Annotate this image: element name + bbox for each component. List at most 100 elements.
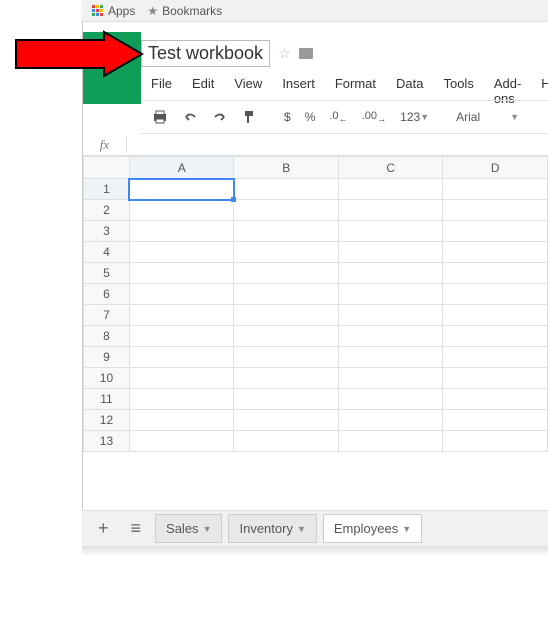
bookmarks-shortcut[interactable]: ★ Bookmarks xyxy=(147,4,222,18)
row-header[interactable]: 2 xyxy=(84,200,130,221)
cell[interactable] xyxy=(129,200,234,221)
cell[interactable] xyxy=(443,326,548,347)
column-header-a[interactable]: A xyxy=(129,157,234,179)
cell[interactable] xyxy=(234,221,339,242)
column-header-c[interactable]: C xyxy=(338,157,443,179)
row-header[interactable]: 3 xyxy=(84,221,130,242)
cell[interactable] xyxy=(443,410,548,431)
row-header[interactable]: 9 xyxy=(84,347,130,368)
spreadsheet-grid: A B C D 1 2 3 4 5 6 7 8 9 10 11 12 13 xyxy=(83,156,548,524)
cell[interactable] xyxy=(338,389,443,410)
row-header[interactable]: 10 xyxy=(84,368,130,389)
row-header[interactable]: 12 xyxy=(84,410,130,431)
more-formats-button[interactable]: 123▼ xyxy=(395,106,434,128)
cell[interactable] xyxy=(338,221,443,242)
cell[interactable] xyxy=(234,179,339,200)
cell[interactable] xyxy=(443,368,548,389)
cell[interactable] xyxy=(338,347,443,368)
sheet-tab-inventory[interactable]: Inventory▼ xyxy=(228,514,316,543)
cell[interactable] xyxy=(338,242,443,263)
font-family-select[interactable]: Arial▼ xyxy=(450,106,525,128)
print-button[interactable] xyxy=(147,106,173,128)
cell[interactable] xyxy=(443,221,548,242)
cell[interactable] xyxy=(443,431,548,452)
row-header[interactable]: 5 xyxy=(84,263,130,284)
cell[interactable] xyxy=(443,305,548,326)
folder-icon[interactable] xyxy=(299,48,313,59)
star-icon: ★ xyxy=(147,4,158,18)
select-all-corner[interactable] xyxy=(84,157,130,179)
cell[interactable] xyxy=(234,263,339,284)
cell[interactable] xyxy=(129,326,234,347)
fx-label: fx xyxy=(83,137,127,153)
increase-decimal-button[interactable]: .00→ xyxy=(357,106,391,128)
cell[interactable] xyxy=(234,347,339,368)
document-title-input[interactable]: Test workbook xyxy=(141,40,270,67)
cell[interactable] xyxy=(234,305,339,326)
chevron-down-icon: ▼ xyxy=(402,524,411,534)
formula-input[interactable] xyxy=(127,134,548,155)
cell[interactable] xyxy=(443,242,548,263)
cell[interactable] xyxy=(338,410,443,431)
row-header[interactable]: 8 xyxy=(84,326,130,347)
sheet-tab-employees[interactable]: Employees▼ xyxy=(323,514,422,543)
cell[interactable] xyxy=(234,431,339,452)
apps-label: Apps xyxy=(108,4,135,18)
cell[interactable] xyxy=(338,431,443,452)
cell[interactable] xyxy=(443,284,548,305)
cell[interactable] xyxy=(129,221,234,242)
apps-shortcut[interactable]: Apps xyxy=(92,4,135,18)
undo-button[interactable] xyxy=(177,106,203,128)
cell[interactable] xyxy=(129,368,234,389)
cell[interactable] xyxy=(129,389,234,410)
paint-format-button[interactable] xyxy=(237,105,263,129)
cell[interactable] xyxy=(234,326,339,347)
cell[interactable] xyxy=(129,242,234,263)
decrease-decimal-button[interactable]: .0← xyxy=(324,106,352,128)
cell[interactable] xyxy=(338,305,443,326)
column-header-b[interactable]: B xyxy=(234,157,339,179)
row-header[interactable]: 6 xyxy=(84,284,130,305)
row-header[interactable]: 11 xyxy=(84,389,130,410)
cell[interactable] xyxy=(338,200,443,221)
cell[interactable] xyxy=(129,263,234,284)
star-icon[interactable]: ☆ xyxy=(278,45,291,62)
cell[interactable] xyxy=(129,305,234,326)
cell[interactable] xyxy=(234,368,339,389)
chevron-down-icon: ▼ xyxy=(203,524,212,534)
cell[interactable] xyxy=(129,410,234,431)
cell[interactable] xyxy=(129,347,234,368)
chevron-down-icon: ▼ xyxy=(297,524,306,534)
row-header[interactable]: 1 xyxy=(84,179,130,200)
annotation-arrow xyxy=(14,30,144,78)
cell[interactable] xyxy=(234,389,339,410)
row-header[interactable]: 4 xyxy=(84,242,130,263)
cell[interactable] xyxy=(234,284,339,305)
cell[interactable] xyxy=(443,389,548,410)
cell[interactable] xyxy=(338,263,443,284)
row-header[interactable]: 13 xyxy=(84,431,130,452)
cell[interactable] xyxy=(443,179,548,200)
cell-a1[interactable] xyxy=(129,179,234,200)
apps-icon xyxy=(92,5,104,17)
cell[interactable] xyxy=(234,242,339,263)
cell[interactable] xyxy=(443,263,548,284)
cell[interactable] xyxy=(234,200,339,221)
column-header-d[interactable]: D xyxy=(443,157,548,179)
cell[interactable] xyxy=(338,368,443,389)
all-sheets-button[interactable]: ≡ xyxy=(123,514,150,543)
cell[interactable] xyxy=(129,284,234,305)
sheet-tab-sales[interactable]: Sales▼ xyxy=(155,514,222,543)
row-header[interactable]: 7 xyxy=(84,305,130,326)
cell[interactable] xyxy=(234,410,339,431)
cell[interactable] xyxy=(338,326,443,347)
add-sheet-button[interactable]: + xyxy=(90,514,117,543)
format-currency-button[interactable]: $ xyxy=(279,106,296,128)
cell[interactable] xyxy=(338,179,443,200)
cell[interactable] xyxy=(443,347,548,368)
redo-button[interactable] xyxy=(207,106,233,128)
cell[interactable] xyxy=(443,200,548,221)
cell[interactable] xyxy=(338,284,443,305)
cell[interactable] xyxy=(129,431,234,452)
format-percent-button[interactable]: % xyxy=(300,106,321,128)
